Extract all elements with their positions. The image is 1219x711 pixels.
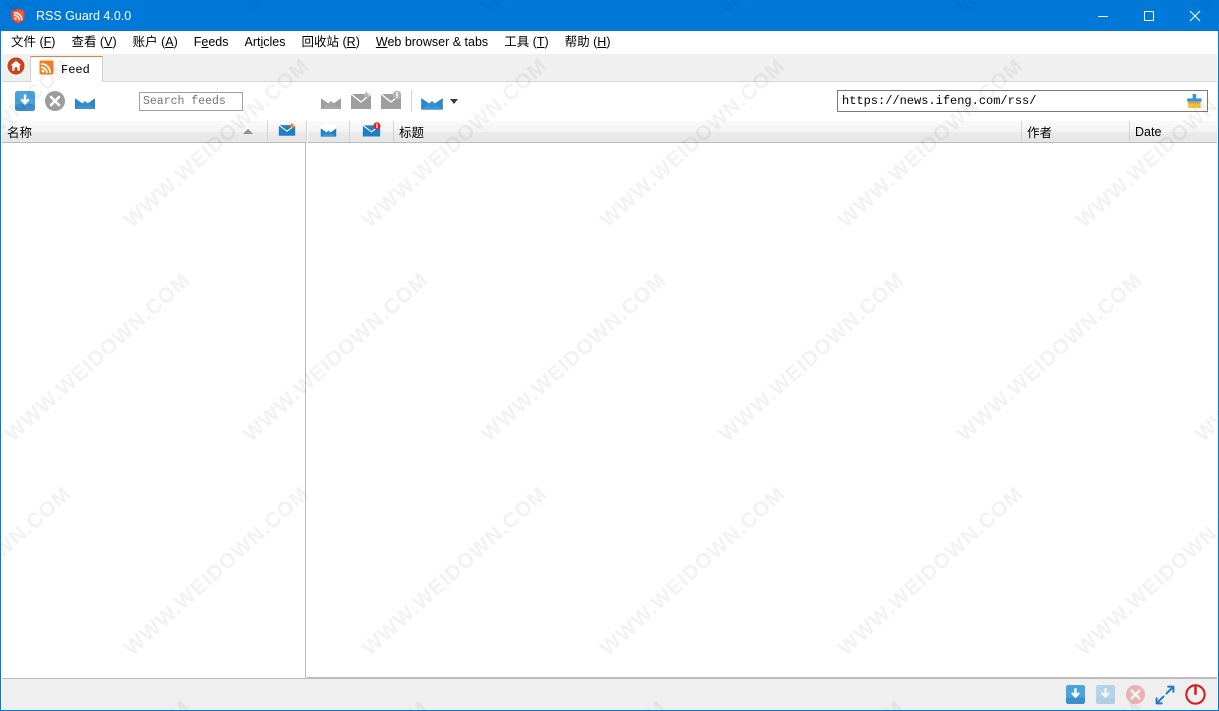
add-feed-icon[interactable] — [1186, 93, 1203, 110]
menu-file[interactable]: 文件 (F) — [4, 33, 62, 53]
chevron-down-icon[interactable] — [450, 98, 458, 104]
status-stop-button[interactable] — [1120, 681, 1150, 709]
toolbar-separator — [411, 90, 412, 112]
sort-ascending-icon — [243, 129, 253, 134]
mark-article-read-button[interactable] — [316, 86, 346, 116]
rss-feed-icon — [39, 60, 54, 80]
column-title-label: 标题 — [399, 126, 425, 140]
feed-url-input[interactable] — [838, 93, 1186, 109]
mark-feeds-read-button[interactable] — [70, 86, 100, 116]
maximize-button[interactable] — [1126, 1, 1172, 31]
mark-article-important-button[interactable] — [346, 86, 376, 116]
status-fetch-button[interactable] — [1060, 681, 1090, 709]
rss-guard-window: RSS Guard 4.0.0 文件 (F) 查看 (V) 账户 (A) Fee… — [0, 0, 1219, 711]
minimize-button[interactable] — [1080, 1, 1126, 31]
menu-web-browser-tabs[interactable]: Web browser & tabs — [369, 33, 495, 53]
status-quit-button[interactable] — [1180, 681, 1210, 709]
column-read-flag[interactable] — [308, 121, 350, 143]
articles-toolbar — [308, 81, 828, 121]
tab-bar: Feed — [2, 54, 1217, 82]
feeds-tree[interactable] — [2, 143, 306, 678]
envelope-open-icon — [319, 122, 338, 142]
menu-tools[interactable]: 工具 (T) — [497, 33, 555, 53]
envelope-star-icon — [278, 122, 296, 141]
column-author-label: 作者 — [1027, 126, 1053, 140]
home-tab-button[interactable] — [2, 55, 30, 81]
rss-shield-icon — [10, 8, 26, 24]
menu-help[interactable]: 帮助 (H) — [558, 33, 618, 53]
column-title[interactable]: 标题 — [394, 121, 1022, 143]
mark-article-unread-button[interactable] — [376, 86, 406, 116]
envelope-alert-icon — [362, 121, 381, 142]
column-name-label: 名称 — [7, 126, 33, 140]
url-toolbar — [828, 81, 1217, 121]
title-bar: RSS Guard 4.0.0 — [1, 1, 1218, 31]
home-icon — [7, 57, 25, 80]
feed-url-wrapper — [837, 90, 1208, 112]
column-important-count[interactable] — [268, 121, 307, 143]
status-bar — [2, 678, 1217, 710]
column-important-flag[interactable] — [350, 121, 394, 143]
column-date[interactable]: Date — [1130, 121, 1217, 143]
close-button[interactable] — [1172, 1, 1218, 31]
menu-view[interactable]: 查看 (V) — [64, 33, 123, 53]
column-name[interactable]: 名称 — [2, 121, 268, 143]
stop-fetching-button[interactable] — [40, 86, 70, 116]
menu-bar: 文件 (F) 查看 (V) 账户 (A) Feeds Articles 回收站 … — [2, 31, 1217, 54]
menu-articles[interactable]: Articles — [238, 33, 293, 53]
tab-feed-label: Feed — [61, 62, 90, 77]
search-feeds-input[interactable] — [139, 91, 243, 111]
mark-all-read-button[interactable] — [417, 86, 447, 116]
tab-feed[interactable]: Feed — [30, 56, 103, 82]
menu-accounts[interactable]: 账户 (A) — [126, 33, 185, 53]
fetch-all-feeds-button[interactable] — [10, 86, 40, 116]
window-title: RSS Guard 4.0.0 — [36, 9, 132, 23]
menu-recycle-bin[interactable]: 回收站 (R) — [295, 33, 367, 53]
column-author[interactable]: 作者 — [1022, 121, 1130, 143]
toolbar-row — [2, 81, 1217, 121]
column-date-label: Date — [1135, 124, 1162, 139]
articles-table[interactable] — [307, 143, 1217, 678]
status-fetch-selected-button[interactable] — [1090, 681, 1120, 709]
status-fullscreen-button[interactable] — [1150, 681, 1180, 709]
feeds-toolbar — [2, 81, 307, 121]
menu-feeds[interactable]: Feeds — [187, 33, 236, 53]
column-headers: 名称 标题 作者 Date — [2, 121, 1217, 143]
